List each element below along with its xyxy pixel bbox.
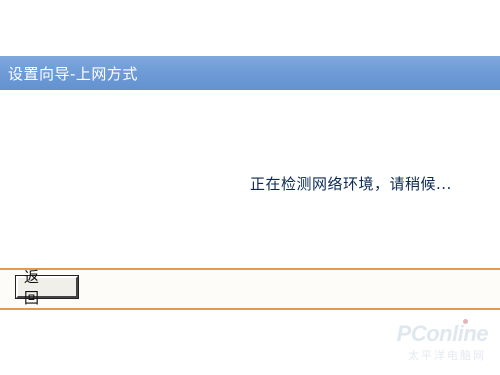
back-button[interactable]: 返 回 <box>16 268 78 307</box>
footer-divider-bottom <box>0 308 500 310</box>
content-area: 正在检测网络环境，请稍候... <box>0 90 500 268</box>
footer-bar: 返 回 <box>0 268 500 308</box>
title-bar: 设置向导-上网方式 <box>0 56 500 90</box>
watermark-sub: 太平洋电脑网 <box>408 349 486 362</box>
watermark: PConline 太平洋电脑网 <box>372 319 492 369</box>
watermark-brand: PConline <box>396 321 489 346</box>
status-message: 正在检测网络环境，请稍候... <box>250 175 452 193</box>
page-title: 设置向导-上网方式 <box>8 64 138 83</box>
setup-wizard-page: 设置向导-上网方式 正在检测网络环境，请稍候... 返 回 PConline 太… <box>0 0 500 375</box>
